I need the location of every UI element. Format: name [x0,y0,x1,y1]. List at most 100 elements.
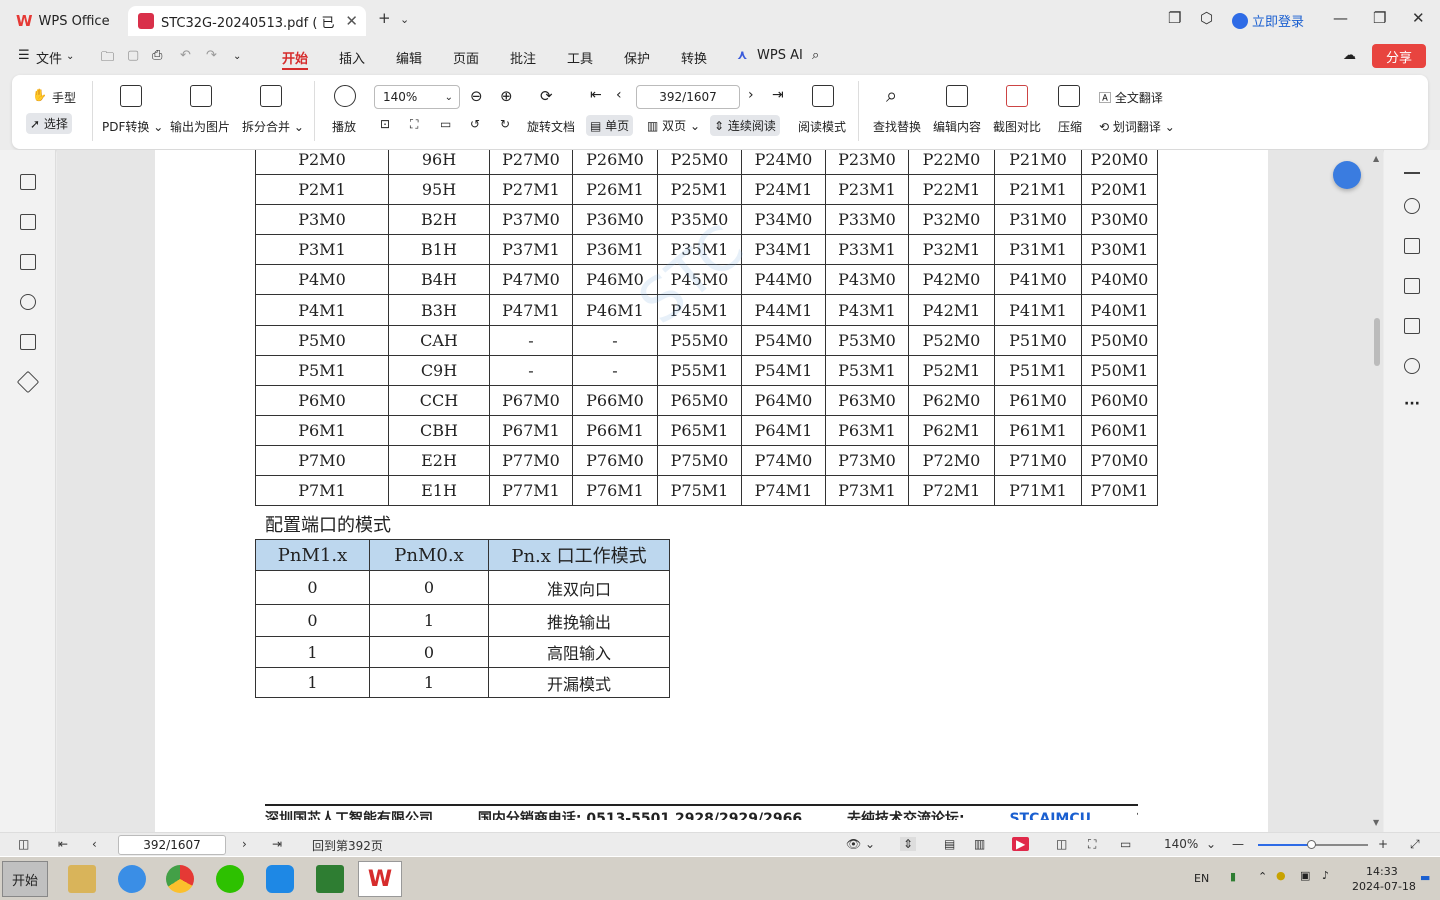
pdf-convert-button[interactable]: PDF转换 ⌄ [102,118,163,135]
play-icon[interactable]: ▶ [1012,837,1030,851]
save-icon[interactable]: ▢ [127,48,139,63]
language-indicator[interactable]: EN [1194,872,1209,885]
tab-document[interactable]: STC32G-20240513.pdf ( 已 ✕ [128,6,366,36]
menu-convert[interactable]: 转换 [681,48,707,67]
chevron-down-icon[interactable]: ⌄ [400,13,409,26]
menu-home[interactable]: 开始 [282,48,308,67]
redo-icon[interactable]: ↷ [206,48,217,63]
menu-tools[interactable]: 工具 [567,48,593,67]
close-window-button[interactable]: ✕ [1412,9,1425,27]
document-viewport[interactable]: P2M0 96H P27M0 P26M0 P25M0 P24M0 P23M0 P22M0 P21… [57,150,1383,832]
menu-protect[interactable]: 保护 [624,48,650,67]
select-tool-button[interactable]: ➚ 选择 [26,113,72,134]
chevron-down-icon[interactable]: ⌄ [1206,837,1216,851]
bookmark-icon[interactable] [20,174,36,190]
floating-tool-button[interactable] [1333,161,1361,189]
back-to-page-link[interactable]: 回到第392页 [312,837,383,854]
actual-size-icon[interactable]: ▭ [1120,837,1131,851]
zoom-out-icon[interactable]: — [1232,837,1244,851]
taskbar-app-bluebird[interactable] [258,861,302,897]
translate-icon[interactable] [1404,238,1420,254]
cloud-icon[interactable]: ☁ [1343,48,1356,63]
login-button[interactable]: 立即登录 [1232,11,1304,30]
share-button[interactable]: 分享 [1372,44,1426,68]
open-folder-icon[interactable]: 🗀 [101,48,114,70]
scroll-thumb[interactable] [1374,318,1380,366]
full-translate-button[interactable]: 🄰 全文翻译 [1099,89,1163,106]
next-page-icon[interactable]: › [748,87,754,103]
double-page-button[interactable]: ▥ 双页 ⌄ [647,117,700,134]
single-page-button[interactable]: ▤ 单页 [586,115,634,136]
sidebar-toggle-icon[interactable]: ◫ [18,837,29,851]
status-page-input[interactable]: 392/1607 [118,835,226,855]
eye-icon[interactable]: 👁 ⌄ [846,837,875,851]
fit-page-icon[interactable]: ⛶ [410,117,418,132]
double-page-view-icon[interactable]: ▥ [974,837,985,851]
continuous-view-icon[interactable]: ⇕ [900,837,917,851]
desktop-icon[interactable]: ▬ [1420,871,1430,884]
comment-icon[interactable] [20,254,36,270]
hamburger-icon[interactable]: ☰ [18,48,30,63]
scroll-up-icon[interactable]: ▲ [1373,154,1379,163]
print-icon[interactable]: ⎙ [152,48,162,63]
footer-link[interactable]: STCAIMCU [1009,811,1091,820]
read-icon[interactable] [1404,318,1420,334]
taskbar-app-tool[interactable] [308,861,352,897]
last-page-icon[interactable]: ⇥ [772,87,784,103]
first-page-icon[interactable]: ⇤ [590,87,602,103]
volume-icon[interactable]: ♪ [1322,869,1329,882]
page-number-input[interactable]: 392/1607 [636,85,740,109]
continuous-read-button[interactable]: ⇕ 连续阅读 [710,115,780,136]
taskbar-app-wechat[interactable] [208,861,252,897]
menu-edit[interactable]: 编辑 [396,48,422,67]
taskbar-app-ie[interactable] [110,861,154,897]
settings-sliders-icon[interactable] [1404,278,1420,294]
rotate-right-icon[interactable]: ↻ [500,117,510,131]
help-icon[interactable] [1404,358,1420,374]
tray-expand-icon[interactable]: ⌃ [1258,870,1267,883]
scroll-down-icon[interactable]: ▼ [1373,818,1379,827]
export-image-button[interactable]: 输出为图片 [170,118,230,135]
tab-wps-office[interactable]: W WPS Office [6,6,124,36]
search-icon[interactable]: ⌕ [812,48,819,63]
zoom-slider-knob[interactable] [1307,840,1316,849]
first-page-icon[interactable]: ⇤ [58,837,68,851]
rotate-left-icon[interactable]: ↺ [470,117,480,131]
read-mode-button[interactable]: 阅读模式 [798,118,846,135]
split-merge-button[interactable]: 拆分合并 ⌄ [242,118,304,135]
single-page-view-icon[interactable]: ▤ [944,837,955,851]
menu-wps-ai[interactable]: WPS AI [757,48,803,63]
undo-icon[interactable]: ↶ [180,48,191,63]
fit-width-icon[interactable]: ◫ [1056,837,1067,851]
taskbar-app-chrome[interactable] [158,861,202,897]
window-icon[interactable]: ❐ [1168,9,1181,27]
battery-icon[interactable]: ▮ [1230,870,1236,883]
fullscreen-icon[interactable]: ⤢ [1410,837,1420,852]
menu-insert[interactable]: 插入 [339,48,365,67]
more-icon[interactable]: ··· [1404,396,1420,412]
rotate-doc-icon[interactable]: ⟳ [540,87,553,105]
fit-page-icon[interactable]: ⛶ [1088,837,1096,852]
prev-page-icon[interactable]: ‹ [92,837,97,851]
cube-icon[interactable]: ⬡ [1200,9,1213,27]
vertical-scrollbar[interactable]: ▲ ▼ [1371,150,1383,832]
search-icon[interactable] [1404,198,1420,214]
signature-icon[interactable] [20,334,36,350]
status-zoom-value[interactable]: 140% [1164,837,1198,851]
thumbnail-icon[interactable] [20,214,36,230]
taskbar-app-wps[interactable]: W [358,861,402,897]
find-replace-button[interactable]: 查找替换 [873,118,921,135]
menu-page[interactable]: 页面 [453,48,479,67]
collapse-icon[interactable] [1404,172,1420,174]
play-button[interactable]: 播放 [332,118,356,135]
next-page-icon[interactable]: › [242,837,247,851]
tray-app-icon[interactable]: ● [1276,869,1286,882]
menu-annotate[interactable]: 批注 [510,48,536,67]
chevron-down-icon[interactable]: ⌄ [233,51,241,62]
zoom-out-icon[interactable]: ⊖ [470,87,483,105]
taskbar-app-explorer[interactable] [60,861,104,897]
start-button[interactable]: 开始 [2,861,48,897]
prev-page-icon[interactable]: ‹ [616,87,622,103]
minimize-button[interactable]: — [1333,9,1348,27]
edit-content-button[interactable]: 编辑内容 [933,118,981,135]
